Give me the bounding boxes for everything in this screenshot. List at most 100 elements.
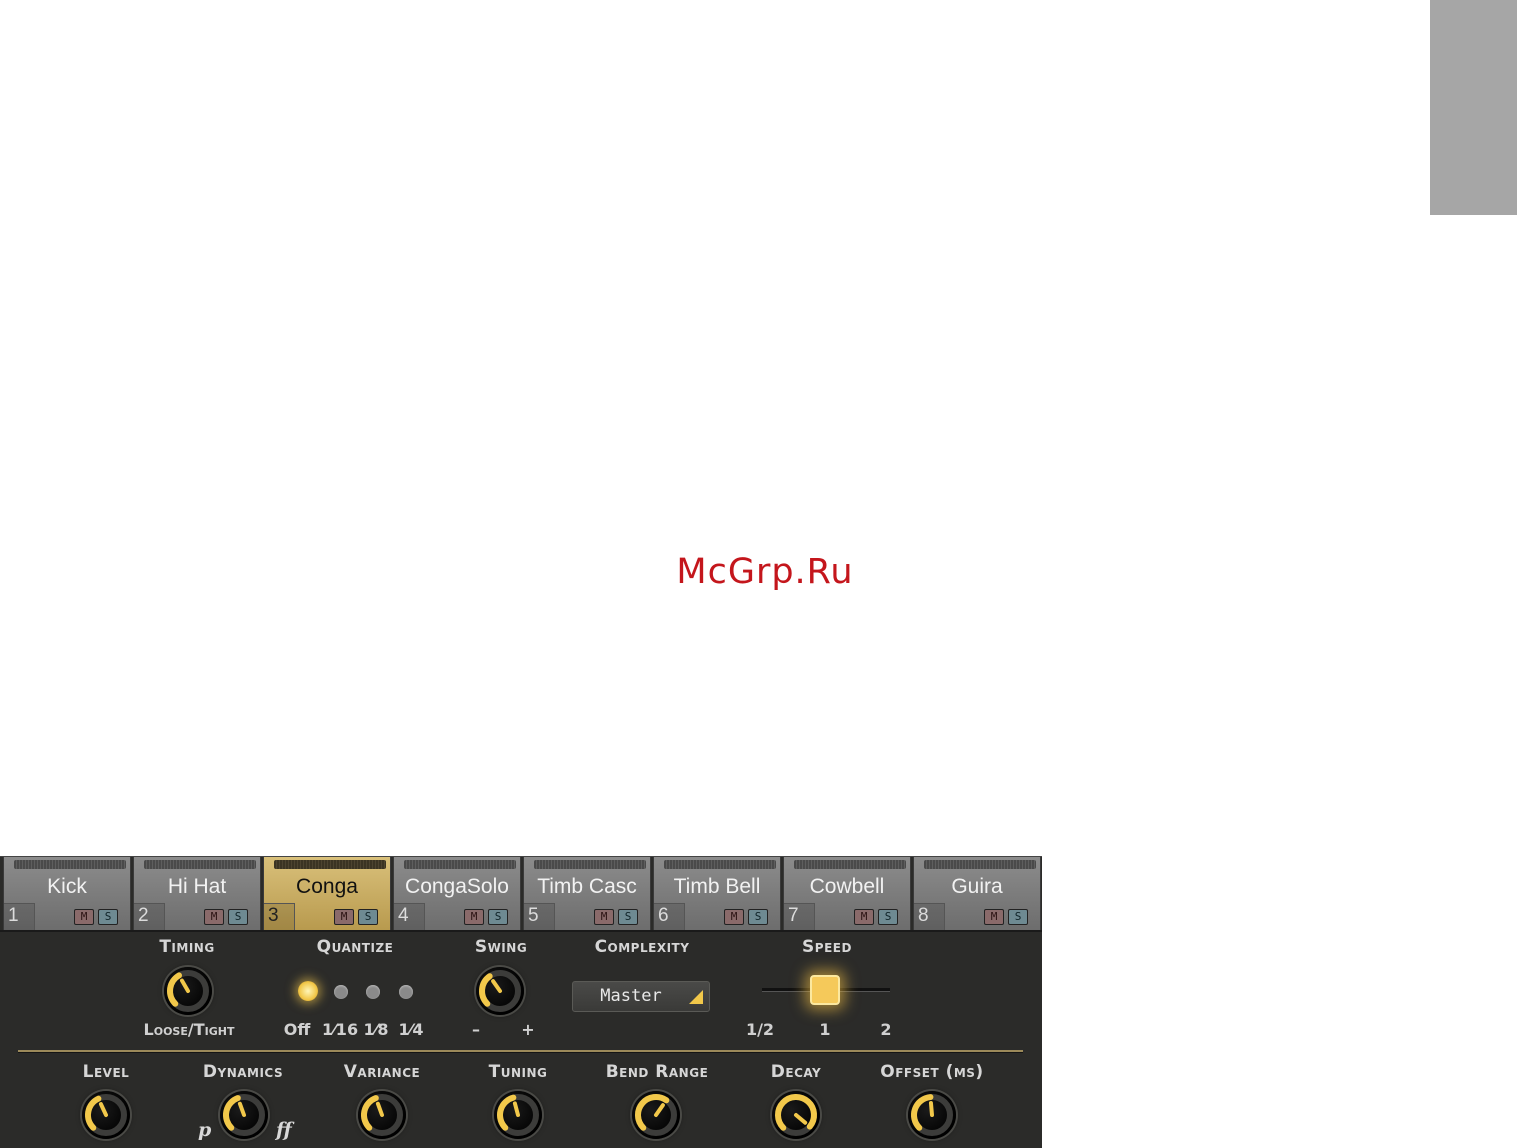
track-tab-number: 5 — [528, 905, 539, 926]
solo-button[interactable]: S — [98, 909, 118, 925]
bend-range-knob[interactable] — [632, 1091, 680, 1139]
watermark: McGrp.Ru — [676, 552, 854, 592]
swing-knob[interactable] — [476, 967, 524, 1015]
speed-tick-half: 1/2 — [745, 1020, 775, 1039]
section-divider-shadow — [18, 1052, 1023, 1053]
track-tab-name: Hi Hat — [167, 875, 227, 898]
solo-button[interactable]: S — [228, 909, 248, 925]
knob-graphic — [167, 970, 209, 1012]
track-tab-name: Guira — [951, 875, 1003, 898]
drum-track-panel: Kick 1 M S Hi Hat 2 M S Conga 3 M S CongaSolo 4 M S Timb… — [0, 856, 1042, 1148]
timing-label: Timing — [159, 937, 215, 957]
track-tab-number: 8 — [918, 905, 929, 926]
solo-button[interactable]: S — [748, 909, 768, 925]
tab-divider — [0, 930, 1042, 932]
speed-tick-2: 2 — [880, 1020, 892, 1039]
dynamics-knob[interactable] — [220, 1091, 268, 1139]
dynamics-min-mark: p — [198, 1119, 212, 1141]
track-tab-2[interactable]: Hi Hat 2 M S — [133, 857, 261, 931]
decay-knob[interactable] — [772, 1091, 820, 1139]
mute-button[interactable]: M — [464, 909, 484, 925]
speed-tick-1: 1 — [819, 1020, 831, 1039]
dropdown-arrow-icon — [689, 990, 703, 1004]
knob-graphic — [775, 1094, 817, 1136]
track-tabs: Kick 1 M S Hi Hat 2 M S Conga 3 M S CongaSolo 4 M S Timb… — [0, 857, 1042, 931]
track-tab-8[interactable]: Guira 8 M S — [913, 857, 1041, 931]
track-tab-5[interactable]: Timb Casc 5 M S — [523, 857, 651, 931]
side-tab-marker — [1430, 0, 1517, 215]
track-tab-name: Kick — [47, 875, 87, 898]
offset-knob[interactable] — [908, 1091, 956, 1139]
track-tab-number: 6 — [658, 905, 669, 926]
knob-graphic — [911, 1094, 953, 1136]
tuning-knob[interactable] — [494, 1091, 542, 1139]
mute-button[interactable]: M — [594, 909, 614, 925]
knob-graphic — [635, 1094, 677, 1136]
solo-button[interactable]: S — [488, 909, 508, 925]
track-tab-number: 3 — [268, 905, 279, 926]
variance-label: Variance — [343, 1062, 421, 1082]
tab-grip[interactable] — [404, 860, 516, 869]
track-tab-number: 2 — [138, 905, 149, 926]
level-knob[interactable] — [82, 1091, 130, 1139]
solo-button[interactable]: S — [618, 909, 638, 925]
swing-minus: – — [472, 1020, 480, 1039]
solo-button[interactable]: S — [1008, 909, 1028, 925]
tab-grip[interactable] — [14, 860, 126, 869]
mute-button[interactable]: M — [74, 909, 94, 925]
speed-label: Speed — [802, 937, 852, 957]
tab-grip[interactable] — [274, 860, 386, 869]
quantize-option-4th[interactable]: 1⁄4 — [397, 1020, 425, 1039]
tab-grip[interactable] — [924, 860, 1036, 869]
tab-grip[interactable] — [534, 860, 646, 869]
mute-button[interactable]: M — [724, 909, 744, 925]
variance-knob[interactable] — [358, 1091, 406, 1139]
track-tab-3[interactable]: Conga 3 M S — [263, 857, 391, 931]
swing-label: Swing — [474, 937, 528, 957]
offset-label: Offset (ms) — [880, 1062, 984, 1082]
quantize-option-8th[interactable]: 1⁄8 — [362, 1020, 390, 1039]
tab-grip[interactable] — [794, 860, 906, 869]
quantize-option-off[interactable]: Off — [282, 1020, 312, 1039]
track-tab-number: 4 — [398, 905, 409, 926]
track-tab-name: Conga — [296, 875, 358, 898]
quantize-8th-led[interactable] — [366, 985, 380, 999]
mute-button[interactable]: M — [854, 909, 874, 925]
track-tab-7[interactable]: Cowbell 7 M S — [783, 857, 911, 931]
track-tab-6[interactable]: Timb Bell 6 M S — [653, 857, 781, 931]
track-tab-number: 7 — [788, 905, 799, 926]
timing-sublabel: Loose/Tight — [143, 1020, 235, 1039]
mute-button[interactable]: M — [334, 909, 354, 925]
swing-plus: + — [521, 1020, 535, 1039]
knob-graphic — [497, 1094, 539, 1136]
quantize-option-16th[interactable]: 1⁄16 — [322, 1020, 358, 1039]
mute-button[interactable]: M — [204, 909, 224, 925]
track-tab-name: Timb Bell — [673, 875, 761, 898]
track-tab-1[interactable]: Kick 1 M S — [3, 857, 131, 931]
tab-grip[interactable] — [664, 860, 776, 869]
quantize-16th-led[interactable] — [334, 985, 348, 999]
tab-grip[interactable] — [144, 860, 256, 869]
quantize-label: Quantize — [316, 937, 394, 957]
speed-slider-handle[interactable] — [810, 975, 840, 1005]
knob-graphic — [85, 1094, 127, 1136]
tuning-label: Tuning — [488, 1062, 548, 1082]
complexity-value: Master — [600, 986, 662, 1006]
knob-graphic — [479, 970, 521, 1012]
solo-button[interactable]: S — [878, 909, 898, 925]
complexity-label: Complexity — [594, 937, 690, 957]
quantize-4th-led[interactable] — [399, 985, 413, 999]
dynamics-max-mark: ff — [276, 1119, 292, 1141]
timing-knob[interactable] — [164, 967, 212, 1015]
quantize-off-led[interactable] — [298, 981, 318, 1001]
complexity-dropdown[interactable]: Master — [572, 981, 710, 1012]
solo-button[interactable]: S — [358, 909, 378, 925]
track-tab-number: 1 — [8, 905, 19, 926]
knob-graphic — [361, 1094, 403, 1136]
bend-range-label: Bend Range — [605, 1062, 709, 1082]
mute-button[interactable]: M — [984, 909, 1004, 925]
level-label: Level — [82, 1062, 130, 1082]
decay-label: Decay — [770, 1062, 822, 1082]
track-tab-name: Cowbell — [809, 875, 885, 898]
track-tab-4[interactable]: CongaSolo 4 M S — [393, 857, 521, 931]
